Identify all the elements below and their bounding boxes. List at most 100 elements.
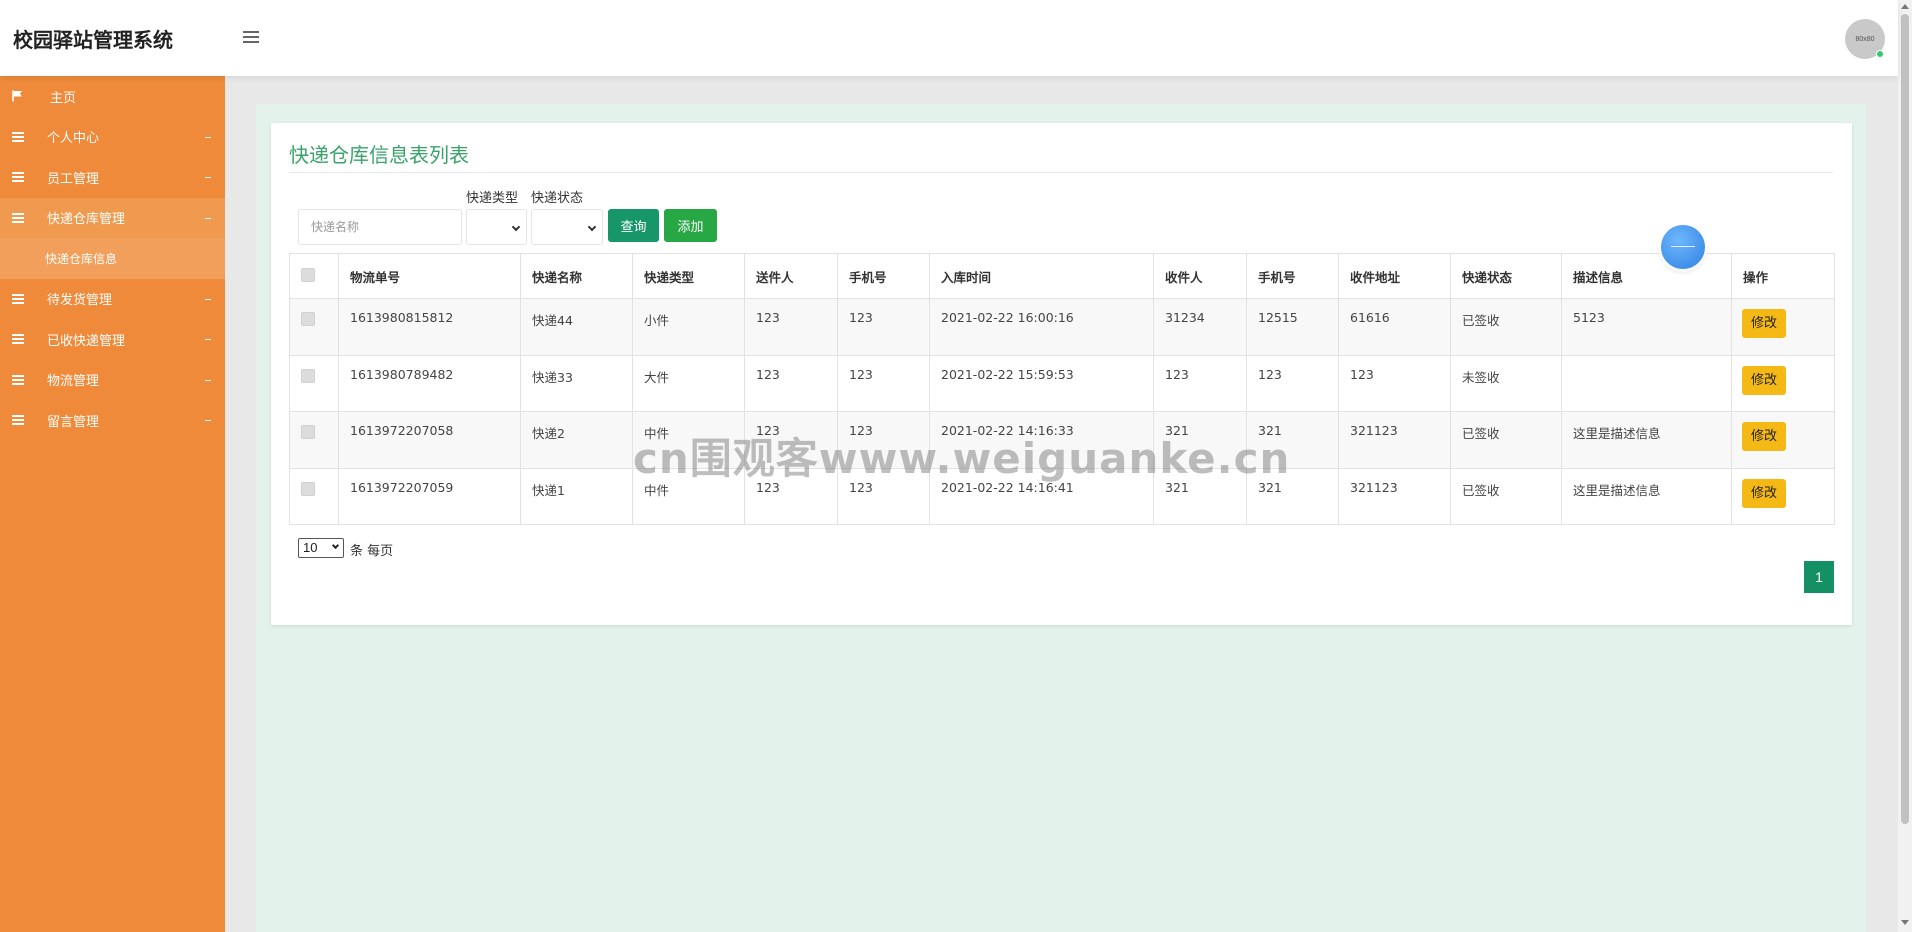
row-checkbox[interactable] xyxy=(301,312,315,326)
search-input[interactable]: 快递名称 xyxy=(298,209,462,245)
chevron-down-icon xyxy=(511,222,521,232)
filter-status-select[interactable] xyxy=(531,209,603,245)
list-icon xyxy=(12,415,24,426)
column-header: 快递状态 xyxy=(1450,253,1562,299)
table-header-row: 物流单号 快递名称 快递类型 送件人 手机号 入库时间 收件人 手机号 收件地址… xyxy=(289,253,1835,299)
filter-status-label: 快递状态 xyxy=(531,191,584,206)
sidebar-item-logistics[interactable]: 物流管理 xyxy=(0,360,225,401)
table-cell: 这里是描述信息 xyxy=(1561,411,1732,469)
table-cell: 321123 xyxy=(1338,467,1451,525)
top-header: 校园驿站管理系统 80x80 xyxy=(0,0,1898,76)
chevron-down-icon xyxy=(205,420,211,422)
table-cell: 31234 xyxy=(1153,298,1247,356)
table-cell: 321123 xyxy=(1338,411,1451,469)
per-page-select[interactable]: 10 xyxy=(298,538,344,558)
table-cell: 123 xyxy=(1246,354,1339,412)
table-cell: 12515 xyxy=(1246,298,1339,356)
list-icon xyxy=(12,212,24,223)
add-button[interactable]: 添加 xyxy=(664,209,717,242)
page-title: 快递仓库信息表列表 xyxy=(289,143,469,167)
filter-type-label: 快递类型 xyxy=(466,191,519,206)
list-icon xyxy=(12,374,24,385)
app-title: 校园驿站管理系统 xyxy=(13,28,173,52)
list-icon xyxy=(12,172,24,183)
table-cell: 123 xyxy=(744,298,838,356)
filter-type-select[interactable] xyxy=(466,209,527,245)
query-button[interactable]: 查询 xyxy=(608,209,659,242)
chevron-down-icon xyxy=(587,222,597,232)
row-checkbox[interactable] xyxy=(301,481,315,496)
column-header: 手机号 xyxy=(837,253,930,299)
search-placeholder: 快递名称 xyxy=(311,220,360,234)
online-status-dot xyxy=(1876,50,1884,58)
sidebar-item-received[interactable]: 已收快递管理 xyxy=(0,319,225,360)
chevron-down-icon xyxy=(205,136,211,138)
pagination-page-button[interactable]: 1 xyxy=(1804,561,1834,593)
column-header: 收件地址 xyxy=(1338,253,1451,299)
scrollbar[interactable] xyxy=(1898,0,1912,932)
edit-button[interactable]: 修改 xyxy=(1742,365,1786,395)
table-cell xyxy=(1561,354,1732,412)
sidebar-item-label: 员工管理 xyxy=(47,171,100,187)
table-row: 1613980815812 快递44 小件 123 123 2021-02-22… xyxy=(289,298,1835,356)
table-cell: 小件 xyxy=(632,298,745,356)
flag-icon xyxy=(12,90,22,102)
table-cell: 1613980789482 xyxy=(338,354,521,412)
sidebar-item-label: 已收快递管理 xyxy=(47,333,126,349)
sidebar-item-staff[interactable]: 员工管理 xyxy=(0,157,225,198)
sidebar-item-label: 主页 xyxy=(50,90,77,106)
list-icon xyxy=(12,334,24,345)
chevron-down-icon xyxy=(205,379,211,381)
column-header: 入库时间 xyxy=(929,253,1154,299)
table-cell: 123 xyxy=(1338,354,1451,412)
row-checkbox[interactable] xyxy=(301,425,315,439)
sidebar-item-messages[interactable]: 留言管理 xyxy=(0,400,225,441)
table-cell: 已签收 xyxy=(1450,298,1562,356)
sidebar-subitem-label: 快递仓库信息 xyxy=(45,251,118,266)
table-cell: 快递2 xyxy=(520,411,633,469)
content-card: 快递仓库信息表列表 快递名称 快递类型 快递状态 查询 添加 物流单号 快递名称… xyxy=(271,123,1852,625)
column-header: 送件人 xyxy=(744,253,838,299)
divider xyxy=(289,172,1833,173)
row-checkbox[interactable] xyxy=(301,368,315,383)
chevron-down-icon xyxy=(331,541,340,550)
table-cell: 1613980815812 xyxy=(338,298,521,356)
table-cell: 1613972207058 xyxy=(338,411,521,469)
column-header: 描述信息 xyxy=(1561,253,1732,299)
table-cell: 123 xyxy=(837,354,930,412)
column-header: 快递名称 xyxy=(520,253,633,299)
table-cell: 快递33 xyxy=(520,354,633,412)
table-cell: 5123 xyxy=(1561,298,1732,356)
sidebar-item-label: 快递仓库管理 xyxy=(47,212,126,228)
table-cell: 1613972207059 xyxy=(338,467,521,525)
sidebar-item-warehouse[interactable]: 快递仓库管理 xyxy=(0,197,225,238)
table-cell: 123 xyxy=(1153,354,1247,412)
sidebar-item-pending-shipment[interactable]: 待发货管理 xyxy=(0,279,225,320)
table-cell: 未签收 xyxy=(1450,354,1562,412)
floating-assistant-button[interactable] xyxy=(1661,225,1705,269)
scroll-down-arrow-icon[interactable] xyxy=(1901,920,1909,925)
edit-button[interactable]: 修改 xyxy=(1742,478,1786,508)
sidebar-item-home[interactable]: 主页 xyxy=(0,76,225,117)
scroll-thumb[interactable] xyxy=(1901,14,1909,824)
edit-button[interactable]: 修改 xyxy=(1742,309,1786,338)
menu-toggle-icon[interactable] xyxy=(243,31,259,43)
per-page-value: 10 xyxy=(303,540,318,555)
column-header: 物流单号 xyxy=(338,253,521,299)
table-cell: 这里是描述信息 xyxy=(1561,467,1732,525)
edit-button[interactable]: 修改 xyxy=(1742,422,1786,451)
select-all-checkbox[interactable] xyxy=(301,267,315,282)
table-cell: 快递1 xyxy=(520,467,633,525)
chevron-down-icon xyxy=(205,339,211,341)
sidebar-subitem-warehouse-info[interactable]: 快递仓库信息 xyxy=(0,238,225,279)
table-cell: 已签收 xyxy=(1450,467,1562,525)
chevron-down-icon xyxy=(205,177,211,179)
column-header: 快递类型 xyxy=(632,253,745,299)
select-all-cell xyxy=(289,253,339,299)
table-cell: 大件 xyxy=(632,354,745,412)
table-cell: 已签收 xyxy=(1450,411,1562,469)
column-header: 手机号 xyxy=(1246,253,1339,299)
sidebar-item-label: 留言管理 xyxy=(47,414,100,430)
sidebar-item-profile[interactable]: 个人中心 xyxy=(0,117,225,158)
scroll-up-arrow-icon[interactable] xyxy=(1901,4,1909,9)
